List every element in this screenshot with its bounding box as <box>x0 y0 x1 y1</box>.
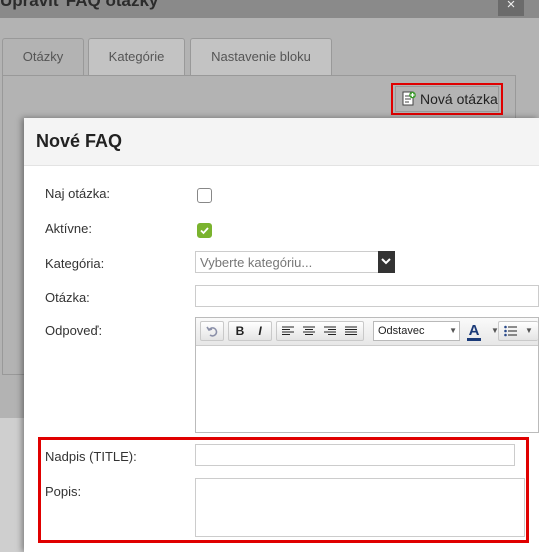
top-question-label: Naj otázka: <box>45 186 111 201</box>
checkmark-icon <box>200 227 209 235</box>
tab-questions[interactable]: Otázky <box>2 38 84 76</box>
tab-block-settings[interactable]: Nastavenie bloku <box>190 38 332 75</box>
paragraph-format-value: Odstavec <box>378 325 425 337</box>
undo-icon <box>206 326 218 337</box>
question-label: Otázka: <box>45 290 90 305</box>
close-button[interactable]: × <box>498 0 524 16</box>
category-placeholder: Vyberte kategóriu... <box>200 255 313 270</box>
toolbar-group-history <box>200 321 224 341</box>
align-justify-icon[interactable] <box>341 322 361 340</box>
top-question-checkbox[interactable] <box>197 188 212 203</box>
undo-button[interactable] <box>202 322 222 340</box>
bullet-list-icon[interactable] <box>501 322 521 340</box>
font-color-swatch <box>467 338 481 341</box>
toolbar-group-alignment <box>276 321 364 341</box>
align-center-icon[interactable] <box>299 322 319 340</box>
align-right-icon[interactable] <box>320 322 340 340</box>
question-input[interactable] <box>195 285 539 307</box>
paragraph-format-select[interactable]: Odstavec ▼ <box>373 321 460 341</box>
active-label: Aktívne: <box>45 221 92 236</box>
modal-title: Nové FAQ <box>36 131 123 151</box>
add-document-icon <box>402 91 416 106</box>
dialog-title: Upraviť FAQ otázky <box>0 0 159 10</box>
answer-label: Odpoveď: <box>45 323 103 338</box>
tab-categories[interactable]: Kategórie <box>88 38 185 75</box>
font-color-icon[interactable]: A <box>464 322 484 341</box>
new-question-button[interactable]: Nová otázka <box>395 86 499 112</box>
chevron-down-icon <box>381 258 391 265</box>
modal-header: Nové FAQ <box>24 118 539 166</box>
category-select[interactable]: Vyberte kategóriu... <box>195 251 395 273</box>
category-label: Kategória: <box>45 256 105 271</box>
bullet-list-dropdown[interactable]: ▼ <box>519 322 539 340</box>
category-select-toggle[interactable] <box>378 251 395 273</box>
italic-icon[interactable]: I <box>250 322 270 340</box>
chevron-down-icon: ▼ <box>449 326 457 335</box>
answer-editor[interactable]: B I Odstavec ▼ A ▼ ▼ <box>195 317 539 433</box>
new-question-label: Nová otázka <box>420 91 498 107</box>
toolbar-group-lists: ▼ <box>498 321 538 341</box>
font-color-glyph: A <box>468 322 480 339</box>
editor-toolbar: B I Odstavec ▼ A ▼ ▼ <box>196 318 538 346</box>
align-left-icon[interactable] <box>278 322 298 340</box>
dialog-titlebar: Upraviť FAQ otázky × <box>0 0 539 18</box>
toolbar-group-text-style: B I <box>228 321 272 341</box>
bold-icon[interactable]: B <box>230 322 250 340</box>
highlight-box-seo-fields <box>38 437 529 543</box>
active-checkbox[interactable] <box>197 223 212 238</box>
